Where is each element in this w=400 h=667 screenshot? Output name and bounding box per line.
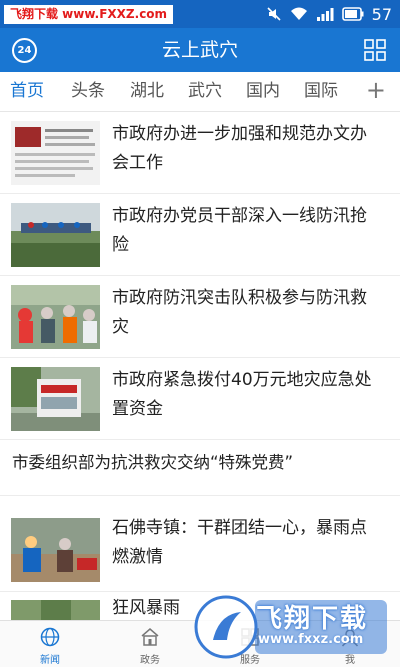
status-icons: 57 xyxy=(266,3,392,25)
signal-icon xyxy=(316,8,334,21)
news-item[interactable]: 市政府办进一步加强和规范办文办会工作 xyxy=(0,112,400,194)
nav-government[interactable]: 政务 xyxy=(100,621,200,667)
news-item[interactable]: 市政府防汛突击队积极参与防汛救灾 xyxy=(0,276,400,358)
mute-icon xyxy=(267,7,281,21)
news-item[interactable]: 石佛寺镇：干群团结一心，暴雨点燃激情 xyxy=(0,496,400,592)
news-title: 市政府办党员干部深入一线防汛抢险 xyxy=(112,206,367,255)
news-title: 市政府紧急拨付40万元地灾应急处置资金 xyxy=(112,370,372,419)
news-item[interactable]: 市政府紧急拨付40万元地灾应急处置资金 xyxy=(0,358,400,440)
tab-headlines[interactable]: 头条 xyxy=(71,72,105,110)
nav-news[interactable]: 新闻 xyxy=(0,621,100,667)
app-bar: 24 云上武穴 xyxy=(0,28,400,72)
grid-icon[interactable] xyxy=(364,39,386,61)
news-thumbnail xyxy=(11,518,100,582)
nav-label: 新闻 xyxy=(40,655,60,666)
status-time: 57 xyxy=(371,4,392,24)
status-bar: 飞翔下载 www.FXXZ.com 57 xyxy=(0,0,400,28)
news-title: 市政府防汛突击队积极参与防汛救灾 xyxy=(112,288,367,337)
news-thumbnail xyxy=(11,121,100,185)
news-thumbnail xyxy=(11,367,100,431)
wifi-icon xyxy=(290,7,307,20)
news-item[interactable]: 市委组织部为抗洪救灾交纳“特殊党费” xyxy=(0,440,400,496)
tab-international[interactable]: 国际 xyxy=(304,72,338,110)
tab-hubei[interactable]: 湖北 xyxy=(130,72,164,110)
tab-wuxue[interactable]: 武穴 xyxy=(188,72,222,110)
news-item[interactable]: 市政府办党员干部深入一线防汛抢险 xyxy=(0,194,400,276)
add-tab-button[interactable]: + xyxy=(366,72,386,110)
watermark-text: 飞翔下载 xyxy=(256,604,369,634)
app-title: 云上武穴 xyxy=(161,39,238,61)
news-thumbnail xyxy=(11,203,100,267)
battery-icon xyxy=(341,7,364,21)
news-title: 市委组织部为抗洪救灾交纳“特殊党费” xyxy=(12,453,294,472)
tab-home[interactable]: 首页 xyxy=(10,72,44,110)
news-thumbnail xyxy=(11,285,100,349)
news-thumbnail xyxy=(11,600,100,620)
building-icon xyxy=(141,628,159,646)
news-title: 市政府办进一步加强和规范办文办会工作 xyxy=(112,124,367,173)
watermark-label: 飞翔下载 www.FXXZ.com xyxy=(4,5,174,24)
globe-icon xyxy=(40,627,60,647)
watermark-url: www.fxxz.com xyxy=(258,632,364,647)
category-tabs: 首页 头条 湖北 武穴 国内 国际 + xyxy=(0,72,400,112)
nav-label: 政务 xyxy=(140,655,160,666)
news-title: 石佛寺镇：干群团结一心，暴雨点燃激情 xyxy=(112,518,367,567)
tab-domestic[interactable]: 国内 xyxy=(246,72,280,110)
